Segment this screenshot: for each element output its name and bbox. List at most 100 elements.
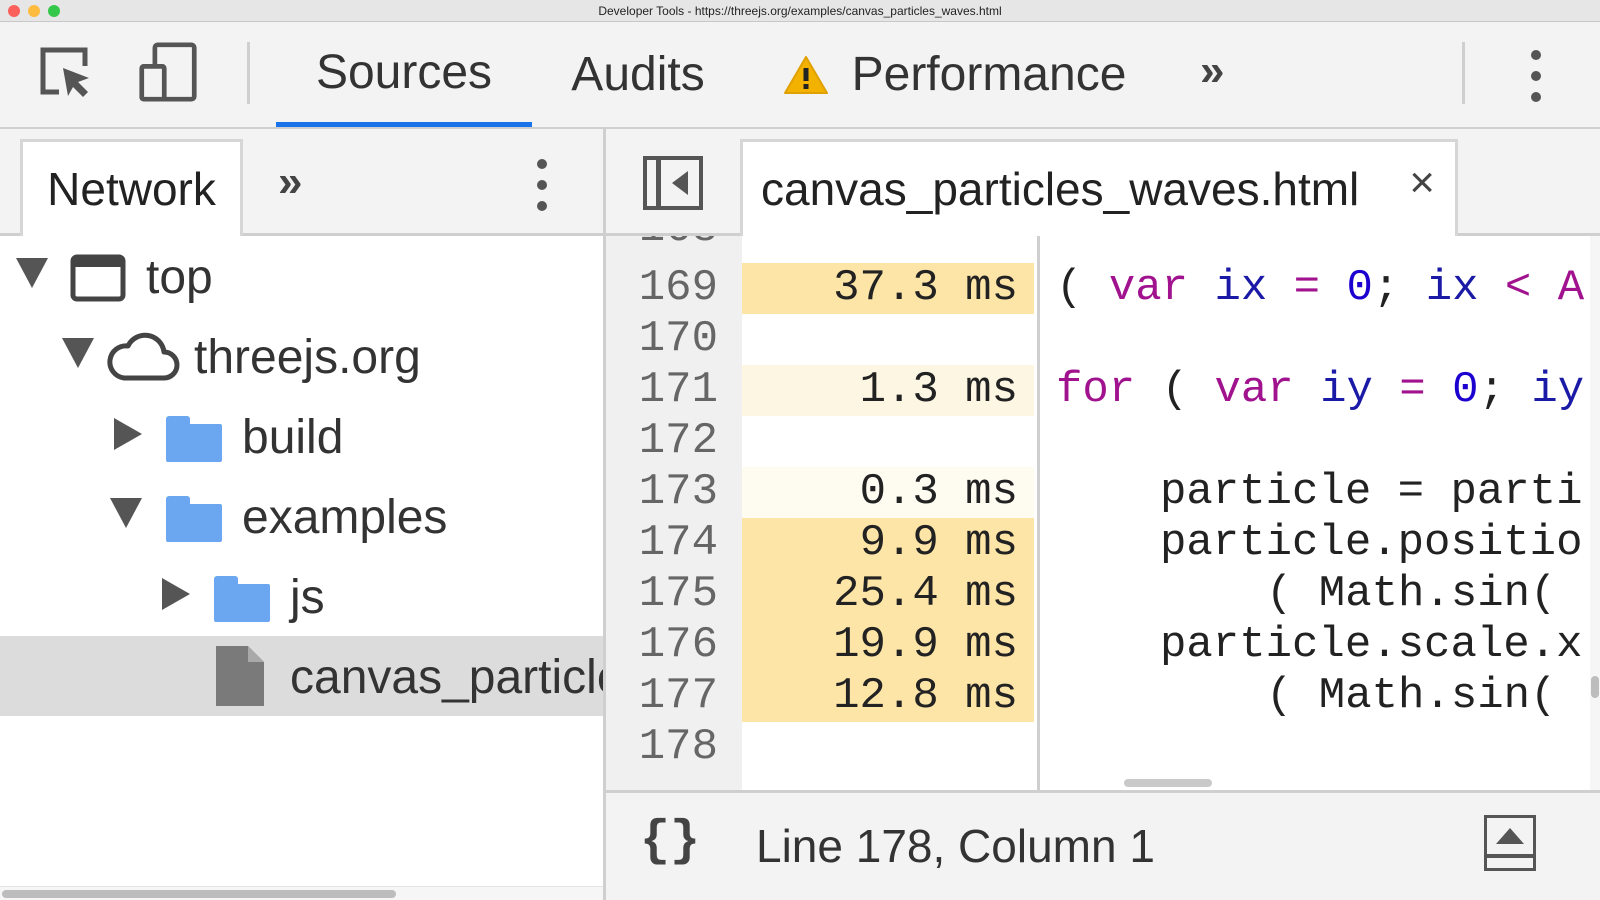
tree-item-label: examples xyxy=(242,491,448,544)
code-operator: = xyxy=(1372,365,1453,415)
tab-network[interactable]: Network xyxy=(20,139,243,236)
navigator-tabbar: Network » xyxy=(0,129,603,236)
code-number: 0 xyxy=(1452,365,1479,415)
code-token: ; xyxy=(1372,263,1426,313)
code-line: ( Math.sin( xyxy=(1266,569,1557,619)
line-number: 172 xyxy=(638,416,718,466)
code-token: < A xyxy=(1478,263,1585,313)
file-tab[interactable]: canvas_particles_waves.html × xyxy=(740,139,1458,236)
line-number: 175 xyxy=(638,569,718,619)
tab-network-label: Network xyxy=(47,163,216,215)
tree-item-label: js xyxy=(290,571,325,624)
code-keyword: var xyxy=(1214,365,1294,415)
tree-item-js[interactable]: js xyxy=(0,556,603,636)
frame-icon xyxy=(70,254,126,302)
code-variable: ix xyxy=(1214,263,1268,313)
kebab-menu-icon[interactable] xyxy=(1530,50,1542,113)
folder-icon xyxy=(214,576,270,622)
line-number: 173 xyxy=(638,467,718,517)
line-timing: 1.3 ms xyxy=(742,365,1034,416)
cloud-icon xyxy=(107,332,180,381)
code-line: particle.scale.x xyxy=(1160,620,1583,670)
editor-vertical-scrollbar[interactable] xyxy=(1590,236,1600,790)
tree-item-examples[interactable]: examples xyxy=(0,476,603,556)
code-line: ( var ix = 0; ix < A xyxy=(1056,263,1584,314)
code-line: particle = parti xyxy=(1160,467,1583,517)
main-toolbar: Sources Audits Performance » xyxy=(0,22,1600,129)
line-number: 170 xyxy=(638,314,718,364)
tab-performance[interactable]: Performance xyxy=(780,22,1130,127)
code-editor[interactable]: ( var ix = 0; ix < A for ( var iy = 0; i… xyxy=(1037,236,1593,790)
line-number: 176 xyxy=(638,620,718,670)
tab-audits[interactable]: Audits xyxy=(552,22,724,127)
show-drawer-icon[interactable] xyxy=(1484,815,1536,871)
line-timing: 12.8 ms xyxy=(742,671,1034,722)
editor-horizontal-scrollbar[interactable] xyxy=(1040,776,1590,790)
tab-sources[interactable]: Sources xyxy=(276,22,532,127)
line-timing: 37.3 ms xyxy=(742,263,1034,314)
tree-item-label: canvas_particles_waves.html xyxy=(290,651,603,704)
line-timing: 9.9 ms xyxy=(742,518,1034,569)
expanded-arrow-icon[interactable] xyxy=(110,498,142,528)
line-number: 174 xyxy=(638,518,718,568)
code-token: ; xyxy=(1478,365,1532,415)
code-line: ( Math.sin( xyxy=(1266,671,1557,721)
code-line: for ( var iy = 0; iy xyxy=(1056,365,1584,416)
warning-icon xyxy=(783,55,828,94)
tree-item-top[interactable]: top xyxy=(0,236,603,316)
editor-tabbar: canvas_particles_waves.html × xyxy=(606,129,1600,236)
file-icon xyxy=(216,646,264,706)
collapsed-arrow-icon[interactable] xyxy=(162,578,190,610)
toggle-navigator-icon[interactable] xyxy=(642,155,704,211)
line-number: 171 xyxy=(638,365,718,415)
line-number-gutter: 168 169 170 171 172 173 174 175 176 177 … xyxy=(606,236,742,790)
tree-item-domain[interactable]: threejs.org xyxy=(0,316,603,396)
code-line: particle.positio xyxy=(1160,518,1583,568)
line-timing: 0.3 ms xyxy=(742,467,1034,518)
collapsed-arrow-icon[interactable] xyxy=(114,418,142,450)
line-number: 177 xyxy=(638,671,718,721)
close-icon[interactable]: × xyxy=(1409,158,1435,208)
editor-status-bar: {} Line 178, Column 1 xyxy=(606,790,1600,900)
navigator-horizontal-scrollbar[interactable] xyxy=(0,886,603,900)
toolbar-separator xyxy=(247,42,250,104)
tab-sources-label: Sources xyxy=(315,45,493,99)
code-token: ( xyxy=(1135,365,1215,415)
line-number: 178 xyxy=(638,722,718,772)
element-picker-icon[interactable] xyxy=(36,42,96,102)
code-variable: iy xyxy=(1531,365,1585,415)
code-number: 0 xyxy=(1346,263,1373,313)
line-timing: 19.9 ms xyxy=(742,620,1034,671)
expanded-arrow-icon[interactable] xyxy=(16,258,48,288)
pretty-print-icon[interactable]: {} xyxy=(640,813,700,870)
tree-item-build[interactable]: build xyxy=(0,396,603,476)
line-number: 169 xyxy=(638,263,718,313)
line-number: 168 xyxy=(606,236,718,255)
folder-icon xyxy=(166,496,222,542)
navigator-menu-icon[interactable] xyxy=(536,159,548,222)
file-tab-label: canvas_particles_waves.html xyxy=(761,163,1360,215)
code-variable: iy xyxy=(1320,365,1373,415)
tree-item-label: top xyxy=(146,251,213,304)
code-operator: = xyxy=(1267,263,1347,313)
navigator-more-button[interactable]: » xyxy=(278,157,302,207)
line-timing-column: 37.3 ms 1.3 ms 0.3 ms 9.9 ms 25.4 ms 19.… xyxy=(742,236,1034,790)
expanded-arrow-icon[interactable] xyxy=(62,338,94,368)
tab-performance-label: Performance xyxy=(851,48,1127,101)
window-titlebar: Developer Tools - https://threejs.org/ex… xyxy=(0,0,1600,22)
navigator-panel: Network » top threejs.org build examples… xyxy=(0,129,606,900)
device-toolbar-icon[interactable] xyxy=(138,42,198,102)
toolbar-separator-right xyxy=(1462,42,1465,104)
code-variable: ix xyxy=(1425,263,1479,313)
code-keyword: var xyxy=(1108,263,1189,313)
line-timing: 25.4 ms xyxy=(742,569,1034,620)
tree-item-file[interactable]: canvas_particles_waves.html xyxy=(0,636,603,716)
code-keyword: for xyxy=(1056,365,1136,415)
tab-audits-label: Audits xyxy=(571,48,705,101)
more-tabs-button[interactable]: » xyxy=(1200,46,1224,96)
folder-icon xyxy=(166,416,222,462)
window-title: Developer Tools - https://threejs.org/ex… xyxy=(598,4,1002,18)
code-token: ( xyxy=(1056,263,1109,313)
